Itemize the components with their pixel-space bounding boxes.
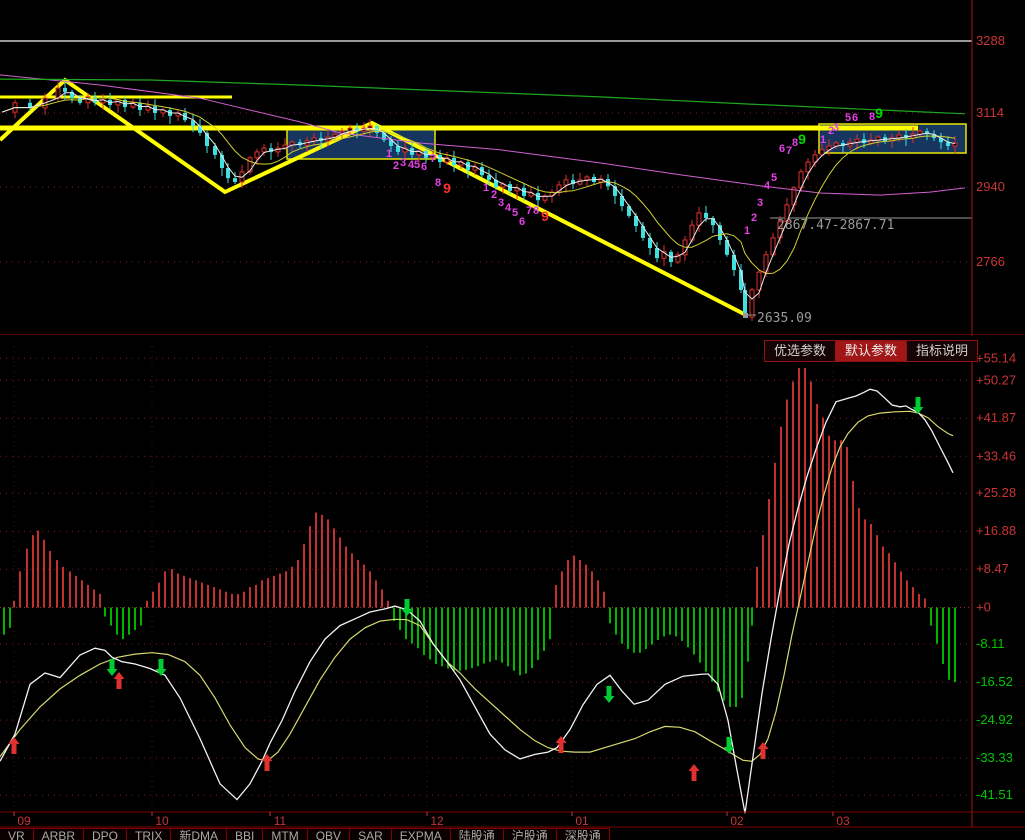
indicator-tab-VR[interactable]: VR (0, 829, 34, 840)
date-axis-band: 09 10 11 12 01 02 03 (0, 812, 1025, 828)
indicator-tab-深股通[interactable]: 深股通 (557, 829, 610, 840)
svg-text:2: 2 (393, 160, 399, 172)
svg-text:9: 9 (798, 131, 806, 147)
svg-text:01: 01 (575, 814, 589, 828)
svg-text:3: 3 (498, 197, 504, 209)
svg-text:1: 1 (483, 182, 489, 194)
indicator-tab-SAR[interactable]: SAR (350, 829, 392, 840)
svg-text:+8.47: +8.47 (976, 561, 1009, 576)
price-axis-labels: 3288 3114 2940 2766 (976, 33, 1005, 269)
param-button-2[interactable]: 指标说明 (906, 341, 977, 361)
indicator-tab-新DMA[interactable]: 新DMA (171, 829, 227, 840)
svg-text:3114: 3114 (976, 105, 1004, 120)
svg-text:9: 9 (443, 180, 451, 196)
svg-text:5: 5 (845, 112, 851, 124)
svg-text:09: 09 (17, 814, 31, 828)
svg-text:2635.09: 2635.09 (757, 311, 812, 326)
indicator-chart-canvas[interactable]: 09 10 11 12 01 02 03 +55.14 +50.27 +41.87 +33.46 +2… (0, 336, 1025, 840)
svg-text:9: 9 (875, 105, 883, 121)
svg-text:5: 5 (414, 159, 420, 171)
svg-text:5: 5 (771, 172, 777, 184)
indicator-tab-OBV[interactable]: OBV (308, 829, 350, 840)
svg-text:3288: 3288 (976, 33, 1005, 48)
param-button-0[interactable]: 优选参数 (765, 341, 835, 361)
svg-text:1: 1 (386, 148, 392, 160)
indicator-tab-EXPMA[interactable]: EXPMA (392, 829, 451, 840)
indicator-axis-labels: +55.14 +50.27 +41.87 +33.46 +25.28 +16.88 +8.4… (976, 350, 1016, 802)
svg-text:+25.28: +25.28 (976, 485, 1016, 500)
indicator-tab-MTM[interactable]: MTM (263, 829, 307, 840)
indicator-tab-bar: VRARBRDPOTRIX新DMABBIMTMOBVSAREXPMA陆股通沪股通… (0, 828, 610, 840)
svg-text:-33.33: -33.33 (976, 750, 1013, 765)
svg-text:5: 5 (512, 207, 518, 219)
svg-text:3: 3 (400, 157, 406, 169)
svg-text:6: 6 (421, 161, 427, 173)
indicator-param-bar: 优选参数默认参数指标说明 (764, 340, 978, 362)
trading-app-screen: 12345678912345678912345678912356892867.4… (0, 0, 1025, 840)
svg-text:+0: +0 (976, 600, 991, 615)
trendline-annotations (0, 80, 918, 315)
svg-text:6: 6 (519, 216, 525, 228)
svg-text:03: 03 (836, 814, 850, 828)
price-gridlines (0, 0, 1025, 336)
svg-text:+16.88: +16.88 (976, 523, 1016, 538)
kline-chart-canvas[interactable]: 12345678912345678912345678912356892867.4… (0, 0, 1025, 336)
svg-text:-24.92: -24.92 (976, 712, 1013, 727)
svg-text:2940: 2940 (976, 179, 1005, 194)
param-button-1[interactable]: 默认参数 (835, 341, 906, 361)
indicator-tab-陆股通[interactable]: 陆股通 (451, 829, 504, 840)
svg-text:2: 2 (491, 189, 497, 201)
svg-text:-16.52: -16.52 (976, 674, 1013, 689)
svg-text:6: 6 (852, 112, 858, 124)
svg-text:+55.14: +55.14 (976, 350, 1016, 365)
indicator-tab-DPO[interactable]: DPO (84, 829, 127, 840)
svg-text:7: 7 (430, 153, 436, 165)
svg-text:3: 3 (757, 197, 763, 209)
svg-text:12: 12 (430, 814, 444, 828)
indicator-gridlines (0, 345, 972, 827)
svg-text:8: 8 (435, 177, 441, 189)
indicator-tab-ARBR[interactable]: ARBR (34, 829, 84, 840)
indicator-tab-沪股通[interactable]: 沪股通 (504, 829, 557, 840)
svg-text:+33.46: +33.46 (976, 448, 1016, 463)
svg-text:-41.51: -41.51 (976, 787, 1013, 802)
svg-text:2: 2 (751, 212, 757, 224)
svg-text:2766: 2766 (976, 254, 1005, 269)
svg-text:3: 3 (833, 122, 839, 134)
svg-text:02: 02 (730, 814, 744, 828)
svg-text:4: 4 (505, 202, 512, 214)
svg-text:6: 6 (779, 143, 785, 155)
svg-text:4: 4 (764, 180, 771, 192)
svg-text:-8.11: -8.11 (976, 636, 1005, 651)
svg-text:9: 9 (541, 208, 549, 224)
indicator-tab-BBI[interactable]: BBI (227, 829, 263, 840)
svg-text:8: 8 (533, 205, 539, 217)
svg-text:1: 1 (820, 134, 826, 146)
svg-text:7: 7 (526, 205, 532, 217)
svg-text:+41.87: +41.87 (976, 410, 1016, 425)
svg-text:1: 1 (744, 225, 750, 237)
candlestick-series (13, 81, 957, 321)
indicator-tab-TRIX[interactable]: TRIX (127, 829, 171, 840)
svg-text:+50.27: +50.27 (976, 372, 1016, 387)
svg-text:10: 10 (155, 814, 169, 828)
svg-text:2867.47-2867.71: 2867.47-2867.71 (777, 218, 894, 233)
svg-text:11: 11 (274, 814, 287, 828)
